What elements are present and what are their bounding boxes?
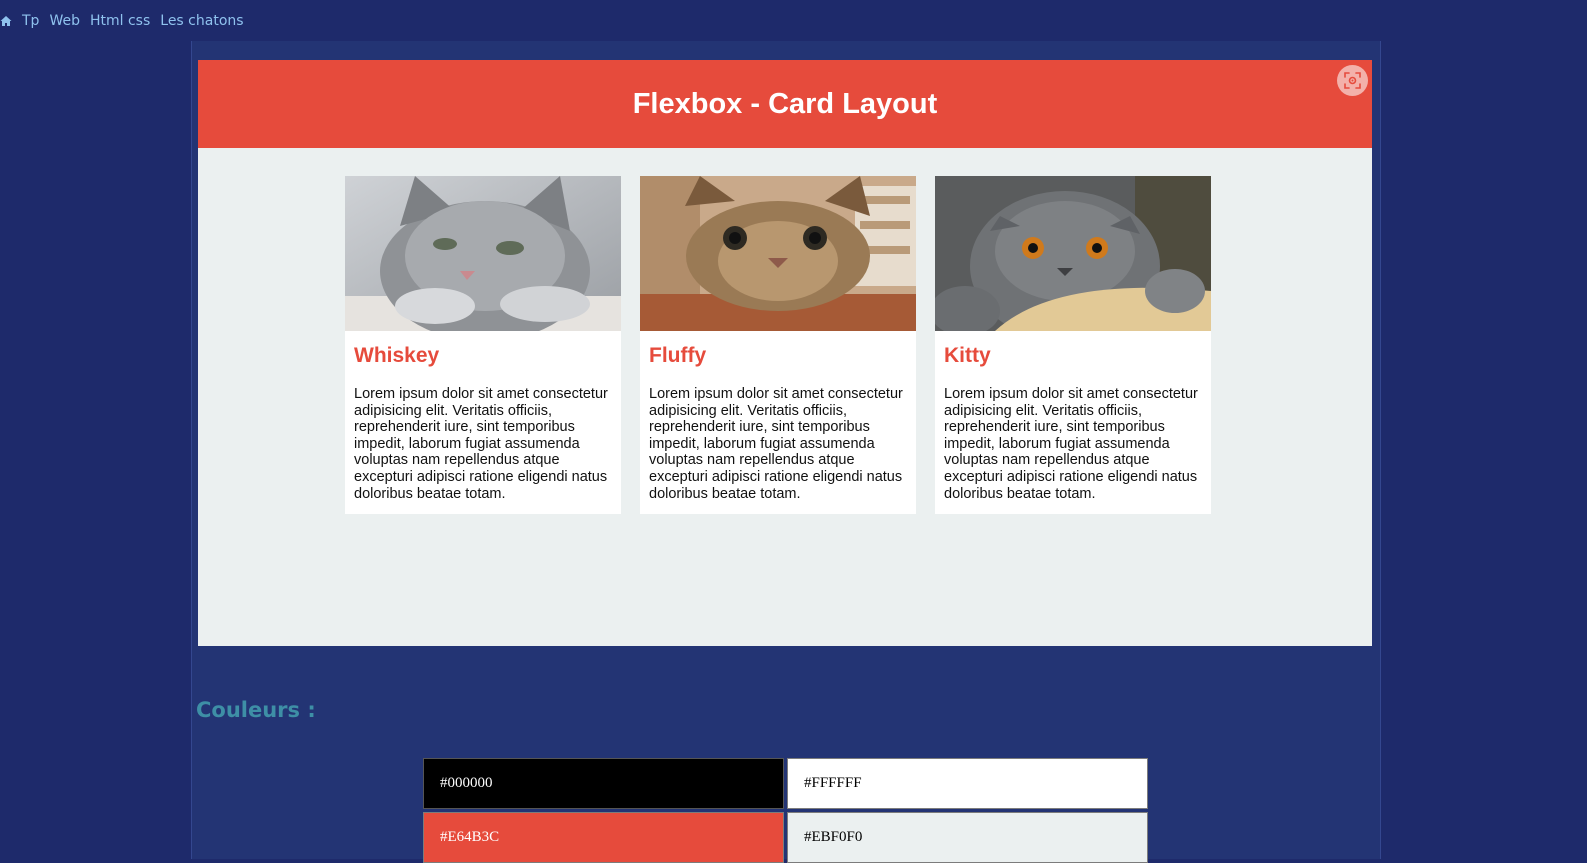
card-text: Lorem ipsum dolor sit amet consectetur a… bbox=[649, 386, 903, 502]
breadcrumb-item-html-css[interactable]: Html css bbox=[90, 13, 150, 29]
card-title: Whiskey bbox=[354, 344, 440, 367]
card-whiskey: Whiskey Lorem ipsum dolor sit amet conse… bbox=[345, 176, 621, 514]
colors-heading: Couleurs : bbox=[196, 698, 316, 722]
card-body: Whiskey Lorem ipsum dolor sit amet conse… bbox=[345, 344, 621, 502]
content-column: Flexbox - Card Layout Whiskey Lorem ipsu… bbox=[191, 41, 1381, 863]
demo-frame: Flexbox - Card Layout Whiskey Lorem ipsu… bbox=[198, 60, 1372, 646]
card-body: Fluffy Lorem ipsum dolor sit amet consec… bbox=[640, 344, 916, 502]
demo-header: Flexbox - Card Layout bbox=[198, 60, 1372, 148]
breadcrumb-item-les-chatons[interactable]: Les chatons bbox=[160, 13, 243, 29]
card-list: Whiskey Lorem ipsum dolor sit amet conse… bbox=[345, 176, 1211, 514]
card-kitty: Kitty Lorem ipsum dolor sit amet consect… bbox=[935, 176, 1211, 514]
fullscreen-button[interactable] bbox=[1337, 65, 1368, 96]
fullscreen-icon bbox=[1344, 72, 1361, 89]
card-fluffy: Fluffy Lorem ipsum dolor sit amet consec… bbox=[640, 176, 916, 514]
grey-kitten-photo bbox=[345, 176, 621, 331]
card-title: Kitty bbox=[944, 344, 991, 367]
tabby-cat-photo bbox=[640, 176, 916, 331]
color-swatch-white: #FFFFFF bbox=[787, 758, 1148, 809]
color-swatches: #000000 #FFFFFF #E64B3C #EBF0F0 bbox=[423, 758, 1148, 863]
color-swatch-black: #000000 bbox=[423, 758, 784, 809]
card-text: Lorem ipsum dolor sit amet consectetur a… bbox=[944, 386, 1198, 502]
breadcrumb-item-web[interactable]: Web bbox=[49, 13, 80, 29]
demo-title: Flexbox - Card Layout bbox=[632, 87, 938, 120]
home-icon[interactable] bbox=[0, 15, 12, 27]
card-body: Kitty Lorem ipsum dolor sit amet consect… bbox=[935, 344, 1211, 502]
color-swatch-red: #E64B3C bbox=[423, 812, 784, 863]
color-swatch-light-grey: #EBF0F0 bbox=[787, 812, 1148, 863]
grey-fold-cat-photo bbox=[935, 176, 1211, 331]
card-text: Lorem ipsum dolor sit amet consectetur a… bbox=[354, 386, 608, 502]
breadcrumb: Tp Web Html css Les chatons bbox=[0, 10, 244, 32]
card-title: Fluffy bbox=[649, 344, 707, 367]
breadcrumb-item-tp[interactable]: Tp bbox=[22, 13, 39, 29]
